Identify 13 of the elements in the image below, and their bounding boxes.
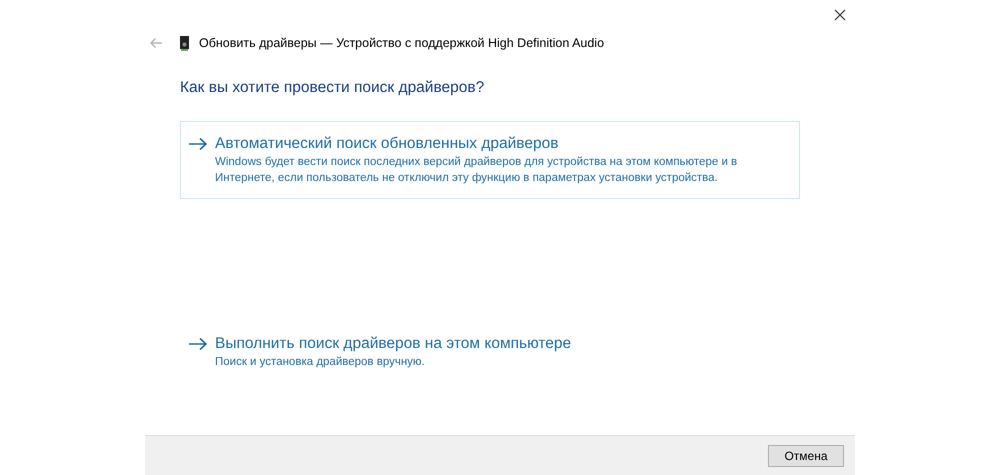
close-button[interactable]	[832, 8, 848, 22]
option-title: Автоматический поиск обновленных драйверов	[215, 134, 560, 154]
cancel-button[interactable]: Отмена	[768, 444, 844, 466]
option-link[interactable]	[180, 121, 800, 200]
option-description: Поиск и установка драйверов вручную.	[215, 355, 426, 370]
speaker-device-icon	[180, 36, 189, 50]
dialog-heading: Как вы хотите провести поиск драйверов?	[180, 78, 486, 98]
arrow-icon	[188, 337, 208, 352]
window-title: Обновить драйверы — Устройство с поддержкой High Definition Audio	[199, 34, 604, 52]
arrow-icon	[188, 137, 208, 152]
option-title: Выполнить поиск драйверов на этом компьютере	[215, 334, 572, 354]
option-description: Windows будет вести поиск последних версий драйверов для устройства на этом компьютере и в Интернете, если пользователь не отключил эту функцию в параметрах установки устройства.	[215, 155, 738, 186]
option-link[interactable]: Выполнить поиск драйверов на этом компьютере Поиск и установка драйверов вручную.	[180, 321, 800, 384]
